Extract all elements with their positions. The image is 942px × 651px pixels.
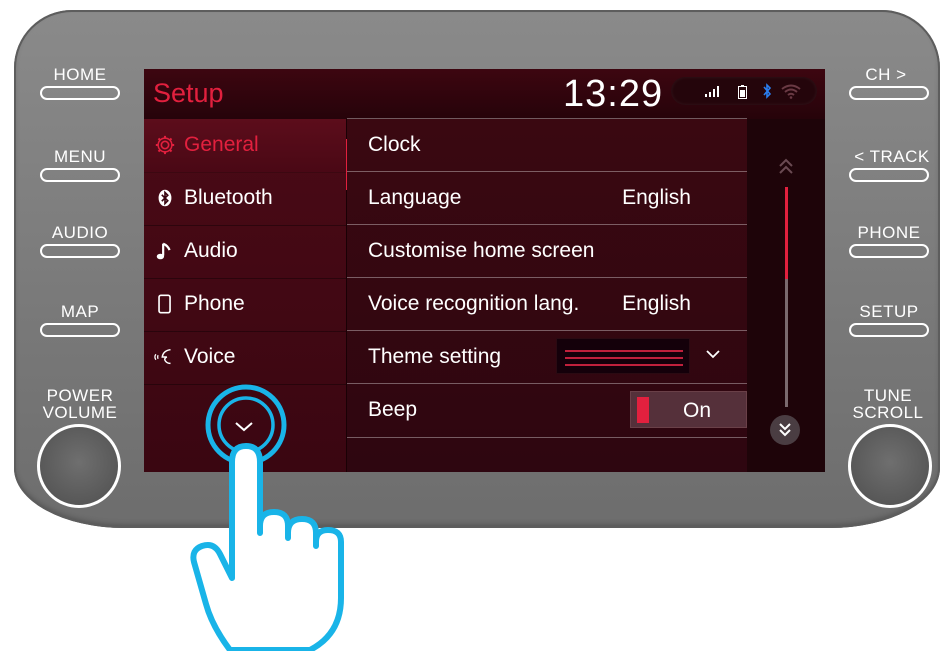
beep-toggle[interactable]: On: [630, 391, 747, 428]
map-button[interactable]: [40, 323, 120, 337]
row-value: English: [622, 292, 691, 315]
power-label: POWER: [46, 386, 114, 405]
ch-label: CH >: [865, 65, 907, 84]
row-label: Language: [368, 186, 462, 209]
audio-label: AUDIO: [51, 223, 109, 242]
track-button[interactable]: [849, 168, 929, 182]
setup-hw-label: SETUP: [859, 302, 919, 321]
home-button[interactable]: [40, 86, 120, 100]
setup-hw-button[interactable]: [849, 323, 929, 337]
track-label: < TRACK: [854, 147, 930, 166]
volume-label: VOLUME: [42, 403, 118, 422]
sidebar-item-label: General: [184, 133, 259, 156]
sidebar-item-voice[interactable]: Voice: [144, 331, 346, 385]
music-note-icon: [156, 242, 171, 260]
status-indicators: [671, 77, 817, 105]
menu-label: MENU: [53, 147, 107, 166]
list-item-clock[interactable]: Clock: [347, 118, 747, 172]
row-label: Clock: [368, 133, 421, 156]
double-chevron-up-icon[interactable]: [776, 157, 796, 177]
tune-scroll-knob[interactable]: [848, 424, 932, 508]
tune-label: TUNE: [863, 386, 913, 405]
page-title: Setup: [153, 78, 224, 108]
scroll-down-button[interactable]: [770, 415, 800, 445]
pointing-hand-icon: [190, 443, 344, 651]
list-item-theme-setting[interactable]: Theme setting: [347, 330, 747, 384]
toggle-indicator: [637, 397, 649, 423]
theme-preview: [556, 338, 690, 374]
phone-hw-label: PHONE: [857, 223, 921, 242]
signal-icon: [705, 86, 719, 97]
list-item-customise-home-screen[interactable]: Customise home screen: [347, 224, 747, 278]
phone-icon: [158, 294, 171, 314]
row-label: Voice recognition lang.: [368, 292, 580, 315]
wifi-icon: [781, 84, 801, 99]
gear-icon: [155, 135, 175, 155]
row-label: Beep: [368, 398, 418, 421]
list-item-voice-recognition-lang[interactable]: Voice recognition lang. English: [347, 277, 747, 331]
sidebar-item-audio[interactable]: Audio: [144, 225, 346, 279]
sidebar-item-general[interactable]: General: [144, 119, 346, 173]
sidebar-item-label: Voice: [184, 345, 236, 368]
sidebar-item-label: Phone: [184, 292, 245, 315]
menu-button[interactable]: [40, 168, 120, 182]
list-item-language[interactable]: Language English: [347, 171, 747, 225]
power-volume-knob[interactable]: [37, 424, 121, 508]
scroll-label: SCROLL: [852, 403, 924, 422]
map-label: MAP: [60, 302, 100, 321]
row-label: Theme setting: [368, 345, 502, 368]
phone-hw-button[interactable]: [849, 244, 929, 258]
battery-icon: [738, 85, 747, 99]
sidebar-item-label: Bluetooth: [184, 186, 273, 209]
sidebar-item-phone[interactable]: Phone: [144, 278, 346, 332]
status-bar: Setup 13:29: [144, 69, 825, 119]
scrollbar-thumb[interactable]: [785, 187, 788, 279]
ch-button[interactable]: [849, 86, 929, 100]
home-label: HOME: [53, 65, 107, 84]
sidebar-item-bluetooth[interactable]: Bluetooth: [144, 172, 346, 226]
audio-button[interactable]: [40, 244, 120, 258]
row-label: Customise home screen: [368, 239, 595, 262]
toggle-label: On: [683, 399, 712, 422]
voice-icon: [154, 348, 171, 365]
bluetooth-icon: [158, 189, 172, 207]
double-chevron-down-icon: [779, 423, 791, 437]
clock-display: 13:29: [563, 73, 664, 115]
chevron-down-icon[interactable]: [705, 349, 721, 359]
row-value: English: [622, 186, 691, 209]
bluetooth-icon: [763, 83, 772, 99]
scroll-column: [747, 119, 825, 472]
list-item-beep[interactable]: Beep On: [347, 383, 747, 438]
settings-list: Clock Language English Customise home sc…: [347, 118, 747, 472]
sidebar-item-label: Audio: [184, 239, 238, 262]
